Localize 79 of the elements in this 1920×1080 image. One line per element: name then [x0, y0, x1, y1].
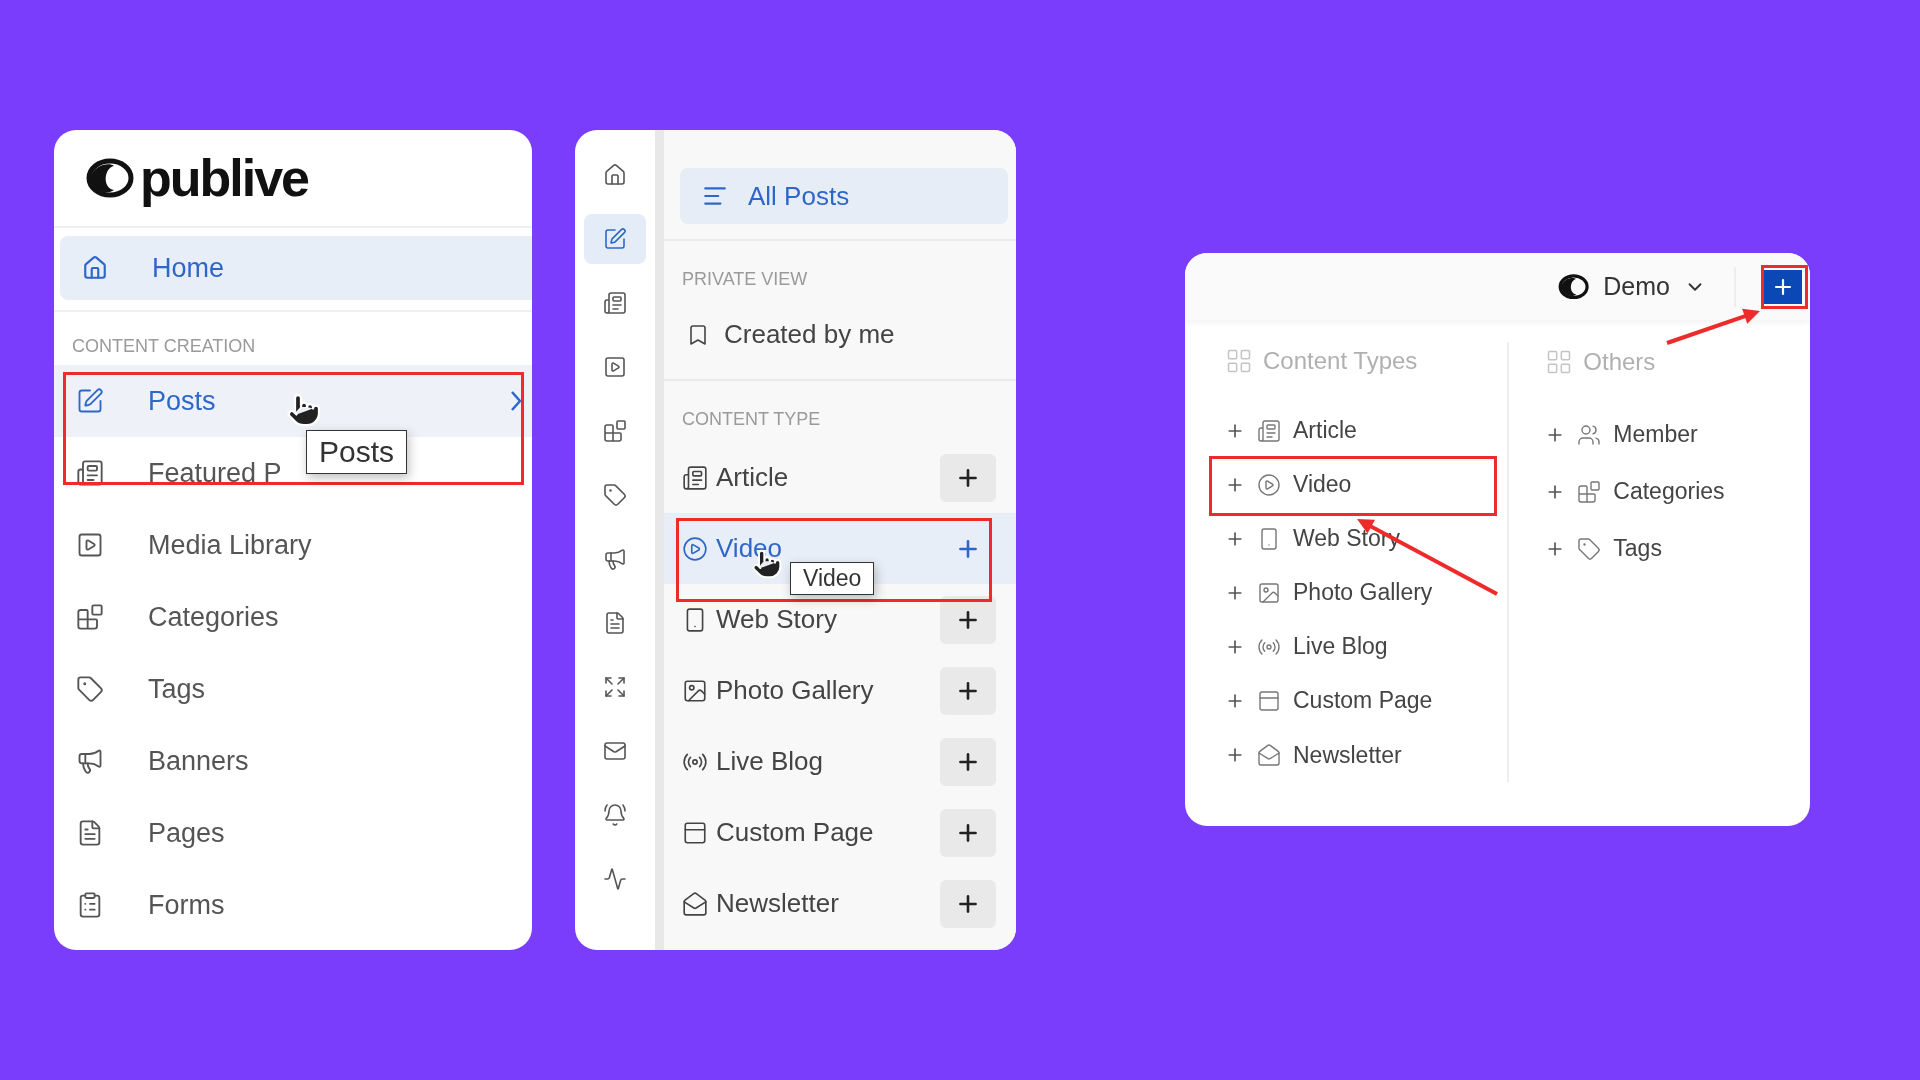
expand-icon	[603, 675, 627, 699]
nav-item[interactable]: Forms	[148, 889, 225, 921]
play-icon	[1257, 472, 1281, 497]
content-type-item[interactable]: Web Story	[716, 604, 837, 635]
all-posts-button[interactable]: All Posts	[680, 168, 1008, 224]
content-type-item[interactable]: Custom Page	[716, 817, 874, 848]
document-icon	[603, 611, 627, 635]
newspaper-icon	[682, 464, 708, 491]
megaphone-icon	[603, 547, 627, 571]
blocks-icon	[76, 603, 104, 631]
workspace-icon	[1557, 273, 1590, 300]
menu-item[interactable]: Tags	[1613, 535, 1662, 562]
tooltip: Posts	[306, 430, 408, 474]
add-button[interactable]	[940, 666, 996, 715]
newspaper-icon	[76, 459, 104, 487]
nav-item[interactable]: Featured P	[148, 457, 282, 489]
tooltip: Video	[790, 562, 875, 595]
rail-button[interactable]	[584, 214, 646, 264]
megaphone-icon	[76, 747, 104, 775]
blocks-icon	[603, 419, 627, 443]
nav-item[interactable]: Pages	[148, 817, 225, 849]
add-button[interactable]	[940, 453, 996, 502]
menu-item[interactable]: Categories	[1613, 478, 1725, 505]
play-icon	[76, 531, 104, 559]
image-icon	[682, 677, 708, 704]
add-button[interactable]	[940, 595, 996, 644]
activity-icon	[603, 867, 627, 891]
menu-item[interactable]: Newsletter	[1293, 741, 1402, 769]
mail-icon	[603, 739, 627, 763]
play-icon	[682, 535, 708, 562]
menu-item[interactable]: Custom Page	[1293, 687, 1433, 715]
section-label: CONTENT TYPE	[681, 408, 822, 431]
nav-item[interactable]: Home	[60, 236, 532, 300]
column-title: Others	[1583, 348, 1656, 376]
menu-item[interactable]: Photo Gallery	[1293, 579, 1433, 607]
nav-item[interactable]: Media Library	[148, 529, 312, 561]
newspaper-icon	[1257, 418, 1281, 443]
nav-item[interactable]: Tags	[148, 673, 206, 705]
content-type-item[interactable]: Newsletter	[716, 888, 839, 919]
menu-item[interactable]: Video	[1293, 471, 1352, 499]
content-type-item[interactable]: Article	[716, 462, 789, 493]
blocks-icon	[1577, 479, 1602, 504]
highlight-box	[1761, 265, 1808, 309]
edit-icon	[603, 227, 627, 251]
nav-item[interactable]: Categories	[148, 601, 279, 633]
users-icon	[1577, 422, 1602, 447]
create-button[interactable]	[1764, 269, 1802, 304]
logo-icon	[84, 158, 134, 198]
add-button[interactable]	[940, 879, 996, 928]
home-icon	[82, 255, 108, 281]
section-label: PRIVATE VIEW	[681, 268, 809, 291]
content-type-item[interactable]: Photo Gallery	[716, 675, 874, 706]
newspaper-icon	[603, 291, 627, 315]
column-title: Content Types	[1263, 346, 1418, 375]
nav-item[interactable]: Created by me	[664, 300, 1016, 381]
add-button[interactable]	[940, 808, 996, 857]
bell-icon	[603, 803, 627, 827]
menu-item[interactable]: Live Blog	[1293, 633, 1388, 661]
edit-icon	[76, 387, 104, 415]
menu-item[interactable]: Article	[1293, 417, 1357, 445]
page-icon	[1257, 689, 1281, 713]
logo: publive	[140, 148, 309, 208]
cursor-icon	[286, 392, 322, 428]
page-icon	[682, 819, 708, 846]
tag-icon	[1577, 536, 1602, 561]
nav-item[interactable]: Banners	[148, 745, 249, 777]
envelope-icon	[1257, 743, 1281, 767]
image-icon	[1257, 580, 1281, 605]
envelope-icon	[682, 890, 708, 917]
home-icon	[603, 163, 627, 187]
play-icon	[603, 355, 627, 379]
workspace-name[interactable]: Demo	[1603, 272, 1670, 301]
section-label: CONTENT CREATION	[71, 335, 257, 358]
content-type-item[interactable]: Live Blog	[716, 746, 823, 777]
tag-icon	[76, 675, 104, 703]
add-button[interactable]	[940, 737, 996, 786]
nav-item[interactable]: Posts	[54, 365, 532, 437]
menu-item[interactable]: Member	[1613, 421, 1698, 448]
tag-icon	[603, 483, 627, 507]
